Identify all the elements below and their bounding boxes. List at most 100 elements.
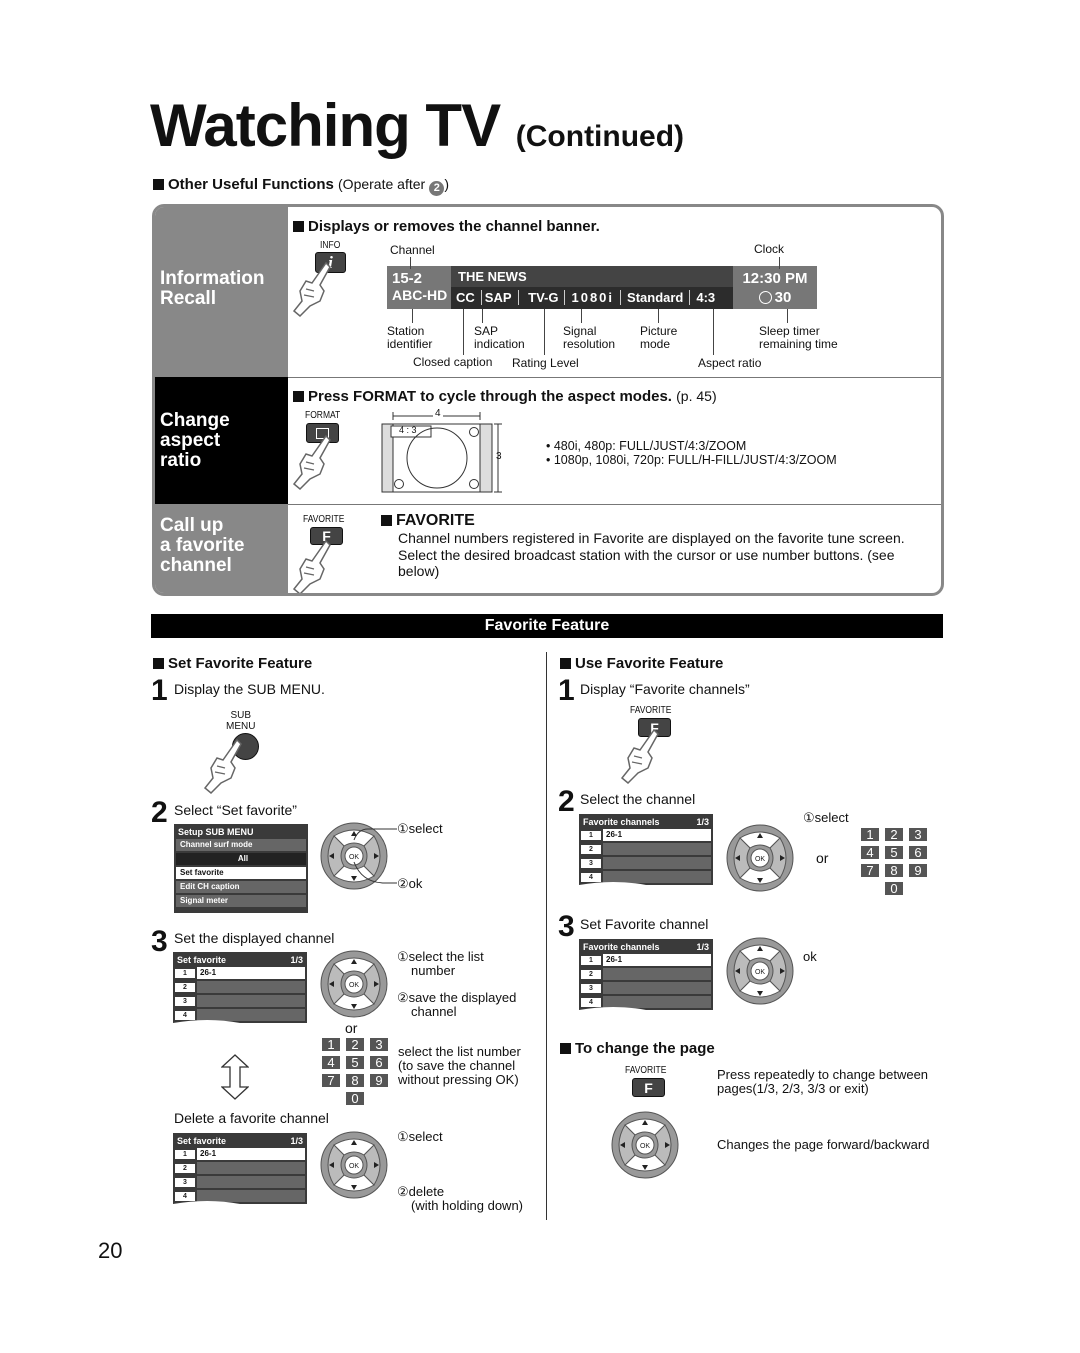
callout-sleep-timer: Sleep timer remaining time	[759, 324, 838, 351]
menu-row[interactable]: 2	[581, 968, 711, 980]
row-channel	[197, 981, 305, 993]
aspect-diagram	[381, 412, 502, 493]
menu-row[interactable]: 3	[175, 995, 305, 1007]
number-key-0[interactable]: 0	[346, 1092, 364, 1105]
menu-item[interactable]: Signal meter	[176, 895, 306, 907]
pressing-hand-icon	[292, 434, 331, 490]
number-key-6[interactable]: 6	[909, 846, 927, 859]
banner-cc: CC	[456, 290, 475, 305]
other-functions-heading: Other Useful Functions (Operate after 2)	[153, 176, 449, 196]
callout-channel: Channel	[390, 243, 435, 257]
heading-text: Set Favorite Feature	[168, 655, 313, 672]
side-label-line: ratio	[160, 450, 202, 471]
number-key-3[interactable]: 3	[909, 828, 927, 841]
dpad-icon[interactable]: OK	[611, 1111, 679, 1184]
side-label-line: Call up	[160, 515, 224, 536]
side-label-line: aspect	[160, 430, 221, 451]
row-number: 3	[175, 1177, 195, 1187]
favorite-button[interactable]: F	[632, 1078, 665, 1097]
page-number: 20	[98, 1238, 123, 1263]
row-number: 1	[581, 955, 601, 965]
number-key-8[interactable]: 8	[346, 1074, 364, 1087]
callout-clock: Clock	[754, 242, 785, 256]
dpad-icon[interactable]: OK	[726, 824, 794, 897]
up-down-arrow-icon	[221, 1054, 249, 1100]
menu-row[interactable]: 3	[581, 982, 711, 994]
callout-rating-level: Rating Level	[512, 356, 579, 370]
callout-select: ①select	[397, 1129, 443, 1144]
dpad-icon[interactable]: OK	[320, 1131, 388, 1204]
number-key-4[interactable]: 4	[861, 846, 879, 859]
number-key-7[interactable]: 7	[861, 864, 879, 877]
number-key-0[interactable]: 0	[885, 882, 903, 895]
row-number: 3	[581, 983, 601, 993]
number-key-9[interactable]: 9	[909, 864, 927, 877]
dpad-icon[interactable]: OK	[726, 937, 794, 1010]
menu-row[interactable]: 2	[175, 1162, 305, 1174]
menu-row[interactable]: 1 26-1	[581, 829, 711, 841]
dpad-icon[interactable]: OK	[320, 950, 388, 1023]
menu-row[interactable]: 2	[581, 843, 711, 855]
diagram-height-label: 3	[496, 451, 502, 462]
number-key-3[interactable]: 3	[370, 1038, 388, 1051]
menu-row[interactable]: 3	[581, 857, 711, 869]
square-bullet-icon	[381, 515, 392, 526]
callout-save: ②save the displayed channel	[397, 990, 517, 1019]
heading-text: Press FORMAT to cycle through the aspect…	[308, 388, 672, 405]
number-key-5[interactable]: 5	[885, 846, 903, 859]
row-channel	[197, 1176, 305, 1188]
row-number: 2	[175, 982, 195, 992]
number-key-6[interactable]: 6	[370, 1056, 388, 1069]
number-key-1[interactable]: 1	[861, 828, 879, 841]
menu-row[interactable]: 2	[175, 981, 305, 993]
heading-text: Other Useful Functions	[168, 176, 334, 193]
step-number: 2	[558, 785, 575, 818]
step-circle-icon: 2	[429, 181, 445, 196]
side-label-line: Recall	[160, 288, 216, 309]
aspect-mode-item: • 480i, 480p: FULL/JUST/4:3/ZOOM	[546, 439, 747, 453]
row-channel	[603, 982, 711, 994]
menu-title: Favorite channels	[583, 817, 660, 827]
menu-item-selected[interactable]: Set favorite	[176, 867, 306, 879]
heading-text: Displays or removes the channel banner.	[308, 218, 600, 235]
use-favorite-heading: Use Favorite Feature	[560, 655, 723, 672]
number-keypad[interactable]: 123 456 7890	[322, 1038, 388, 1105]
row-channel: 26-1	[197, 967, 305, 979]
menu-title: Setup SUB MENU	[178, 827, 254, 837]
square-bullet-icon	[153, 658, 164, 669]
svg-text:OK: OK	[755, 969, 765, 976]
svg-text:OK: OK	[755, 856, 765, 863]
number-key-8[interactable]: 8	[885, 864, 903, 877]
heading-text: Use Favorite Feature	[575, 655, 724, 672]
row-channel: 26-1	[197, 1148, 305, 1160]
callout-closed-caption: Closed caption	[413, 355, 493, 369]
favorite-channels-screen: Favorite channels 1/3 1 26-1 2 3 4	[579, 939, 713, 1016]
number-key-2[interactable]: 2	[885, 828, 903, 841]
menu-row[interactable]: 3	[175, 1176, 305, 1188]
number-key-4[interactable]: 4	[322, 1056, 340, 1069]
page-reference: (p. 45)	[676, 388, 717, 404]
step-text: Display the SUB MENU.	[174, 681, 325, 697]
menu-row[interactable]: 1 26-1	[581, 954, 711, 966]
number-key-7[interactable]: 7	[322, 1074, 340, 1087]
favorite-section: FAVORITE F FAVORITE Channel numbers regi…	[288, 505, 941, 593]
menu-item[interactable]: All	[176, 853, 306, 865]
number-key-1[interactable]: 1	[322, 1038, 340, 1051]
torn-edge	[173, 1201, 307, 1210]
menu-title: Favorite channels	[583, 942, 660, 952]
menu-row[interactable]: 1 26-1	[175, 967, 305, 979]
step-number: 3	[558, 910, 575, 943]
number-key-5[interactable]: 5	[346, 1056, 364, 1069]
menu-row[interactable]: 1 26-1	[175, 1148, 305, 1160]
banner-program: THE NEWS	[451, 266, 733, 287]
number-key-9[interactable]: 9	[370, 1074, 388, 1087]
menu-title: Set favorite	[177, 955, 227, 965]
menu-item[interactable]: Channel surf mode	[176, 839, 306, 851]
number-key-2[interactable]: 2	[346, 1038, 364, 1051]
pressing-hand-icon	[620, 728, 659, 784]
banner-sleep-timer: 30	[774, 289, 792, 306]
aspect-heading: Press FORMAT to cycle through the aspect…	[293, 388, 717, 405]
menu-item[interactable]: Edit CH caption	[176, 881, 306, 893]
title-suffix: (Continued)	[515, 120, 685, 153]
number-keypad[interactable]: 123 456 7890	[861, 828, 927, 895]
